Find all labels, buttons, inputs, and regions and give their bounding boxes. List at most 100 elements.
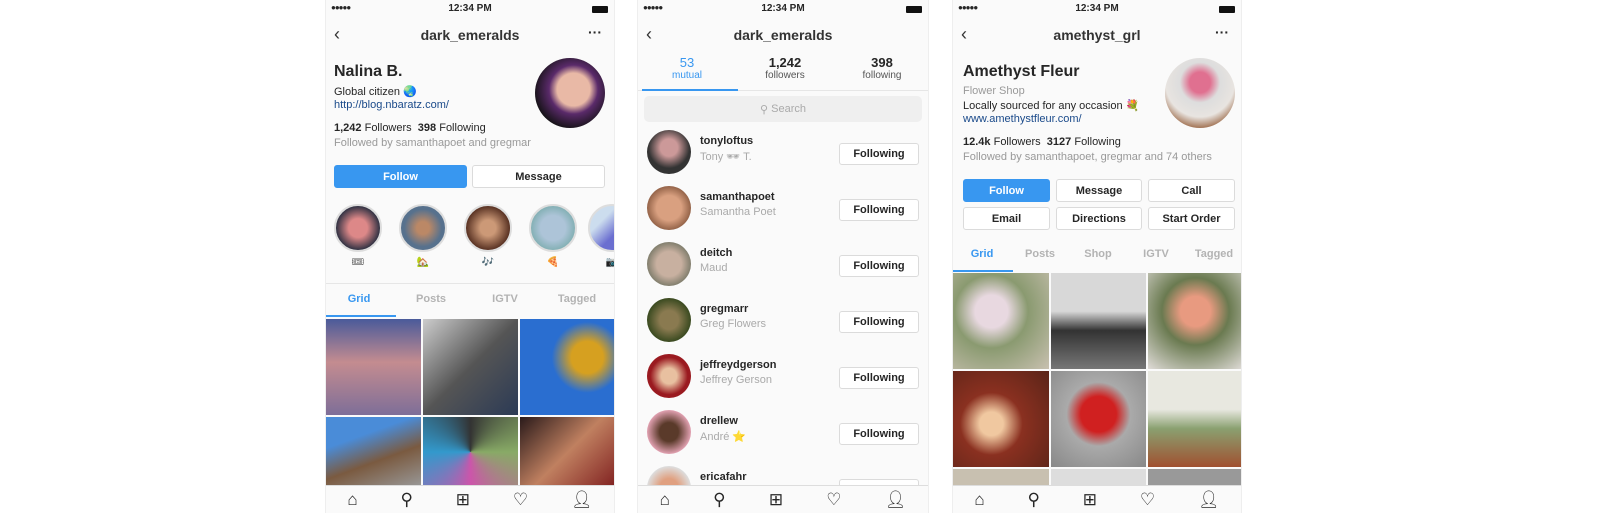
following-button[interactable]: Following bbox=[839, 311, 919, 333]
home-icon[interactable]: ⌂ bbox=[660, 490, 670, 510]
divider bbox=[326, 283, 614, 284]
directions-button[interactable]: Directions bbox=[1056, 207, 1142, 230]
message-button[interactable]: Message bbox=[472, 165, 605, 188]
following-button[interactable]: Following bbox=[839, 367, 919, 389]
story-highlight[interactable] bbox=[588, 204, 614, 252]
user-avatar[interactable] bbox=[647, 242, 691, 286]
battery-icon bbox=[592, 6, 608, 13]
story-highlight[interactable] bbox=[399, 204, 447, 252]
tab-grid[interactable]: Grid bbox=[953, 248, 1011, 260]
more-options-icon[interactable]: ··· bbox=[588, 24, 602, 40]
followed-by[interactable]: Followed by samanthapoet and gregmar bbox=[334, 137, 531, 149]
user-row[interactable]: samanthapoet Samantha Poet Following bbox=[638, 180, 928, 236]
message-button[interactable]: Message bbox=[1056, 179, 1142, 202]
following-button[interactable]: Following bbox=[839, 255, 919, 277]
user-row[interactable]: deitch Maud Following bbox=[638, 236, 928, 292]
tab-grid[interactable]: Grid bbox=[326, 293, 392, 305]
more-options-icon[interactable]: ··· bbox=[1215, 24, 1229, 40]
search-placeholder: Search bbox=[771, 103, 806, 115]
grid-photo[interactable] bbox=[326, 319, 421, 415]
signal-icon: ●●●●● bbox=[331, 3, 351, 12]
user-avatar[interactable] bbox=[647, 186, 691, 230]
heart-icon[interactable]: ♡ bbox=[513, 490, 528, 510]
profile-bio: Locally sourced for any occasion 💐 bbox=[963, 100, 1140, 112]
add-post-icon[interactable]: ⊞ bbox=[1083, 490, 1097, 510]
grid-photo[interactable] bbox=[1051, 371, 1146, 467]
tab-followers[interactable]: 1,242 followers bbox=[736, 55, 834, 81]
tab-igtv[interactable]: IGTV bbox=[472, 293, 538, 305]
follow-button[interactable]: Follow bbox=[334, 165, 467, 188]
search-input[interactable]: ⚲ Search bbox=[644, 96, 922, 122]
following-count: 3127 bbox=[1046, 136, 1072, 148]
grid-photo[interactable] bbox=[326, 417, 421, 487]
follow-counts[interactable]: 1,242 Followers 398 Following bbox=[334, 122, 486, 134]
grid-photo[interactable] bbox=[1148, 371, 1241, 467]
followed-by[interactable]: Followed by samanthapoet, gregmar and 74… bbox=[963, 151, 1212, 163]
search-icon[interactable]: ⚲ bbox=[401, 490, 413, 510]
following-button[interactable]: Following bbox=[839, 423, 919, 445]
tab-mutual[interactable]: 53 mutual bbox=[638, 55, 736, 81]
user-username[interactable]: jeffreydgerson bbox=[700, 359, 776, 371]
tab-tagged[interactable]: Tagged bbox=[1185, 248, 1241, 260]
tab-following[interactable]: 398 following bbox=[834, 55, 928, 81]
add-post-icon[interactable]: ⊞ bbox=[769, 490, 783, 510]
following-button[interactable]: Following bbox=[839, 143, 919, 165]
tab-posts[interactable]: Posts bbox=[398, 293, 464, 305]
home-icon[interactable]: ⌂ bbox=[347, 490, 357, 510]
heart-icon[interactable]: ♡ bbox=[1140, 490, 1155, 510]
grid-photo[interactable] bbox=[953, 273, 1049, 369]
battery-icon bbox=[906, 6, 922, 13]
heart-icon[interactable]: ♡ bbox=[826, 490, 841, 510]
user-avatar[interactable] bbox=[647, 410, 691, 454]
user-username[interactable]: deitch bbox=[700, 247, 732, 259]
profile-icon[interactable]: 👤︎ bbox=[571, 490, 593, 510]
grid-photo[interactable] bbox=[423, 319, 518, 415]
user-avatar[interactable] bbox=[647, 354, 691, 398]
tab-count: 398 bbox=[871, 55, 893, 70]
tab-tagged[interactable]: Tagged bbox=[544, 293, 610, 305]
profile-link[interactable]: www.amethystfleur.com/ bbox=[963, 113, 1082, 125]
follow-button[interactable]: Follow bbox=[963, 179, 1050, 202]
search-icon[interactable]: ⚲ bbox=[713, 490, 725, 510]
user-row[interactable]: drellew André ⭐ Following bbox=[638, 404, 928, 460]
story-highlight[interactable] bbox=[464, 204, 512, 252]
signal-icon: ●●●●● bbox=[958, 3, 978, 12]
story-highlight[interactable] bbox=[529, 204, 577, 252]
following-button[interactable]: Following bbox=[839, 199, 919, 221]
profile-link[interactable]: http://blog.nbaratz.com/ bbox=[334, 99, 449, 111]
grid-photo[interactable] bbox=[520, 319, 614, 415]
search-icon[interactable]: ⚲ bbox=[1028, 490, 1040, 510]
start-order-button[interactable]: Start Order bbox=[1148, 207, 1235, 230]
tab-igtv[interactable]: IGTV bbox=[1127, 248, 1185, 260]
user-username[interactable]: gregmarr bbox=[700, 303, 748, 315]
call-button[interactable]: Call bbox=[1148, 179, 1235, 202]
profile-icon[interactable]: 👤︎ bbox=[1198, 490, 1220, 510]
highlight-label: 📷 bbox=[588, 257, 614, 268]
highlight-label: 🎟 bbox=[351, 257, 365, 268]
tab-shop[interactable]: Shop bbox=[1069, 248, 1127, 260]
user-avatar[interactable] bbox=[647, 130, 691, 174]
profile-icon[interactable]: 👤︎ bbox=[885, 490, 907, 510]
grid-photo[interactable] bbox=[953, 371, 1049, 467]
email-button[interactable]: Email bbox=[963, 207, 1050, 230]
tab-posts[interactable]: Posts bbox=[1011, 248, 1069, 260]
user-username[interactable]: tonyloftus bbox=[700, 135, 753, 147]
grid-photo[interactable] bbox=[1051, 273, 1146, 369]
home-icon[interactable]: ⌂ bbox=[974, 490, 984, 510]
user-row[interactable]: tonyloftus Tony 🕶 T. Following bbox=[638, 124, 928, 180]
status-time: 12:34 PM bbox=[1075, 3, 1119, 14]
user-username[interactable]: ericafahr bbox=[700, 471, 746, 483]
follow-counts[interactable]: 12.4k Followers 3127 Following bbox=[963, 136, 1121, 148]
active-tab-indicator bbox=[642, 89, 738, 91]
user-fullname: Samantha Poet bbox=[700, 206, 776, 218]
grid-photo[interactable] bbox=[520, 417, 614, 487]
user-username[interactable]: drellew bbox=[700, 415, 738, 427]
story-highlight[interactable] bbox=[334, 204, 382, 252]
grid-photo[interactable] bbox=[1148, 273, 1241, 369]
user-avatar[interactable] bbox=[647, 298, 691, 342]
user-row[interactable]: jeffreydgerson Jeffrey Gerson Following bbox=[638, 348, 928, 404]
grid-photo[interactable] bbox=[423, 417, 518, 487]
user-username[interactable]: samanthapoet bbox=[700, 191, 775, 203]
user-row[interactable]: gregmarr Greg Flowers Following bbox=[638, 292, 928, 348]
add-post-icon[interactable]: ⊞ bbox=[456, 490, 470, 510]
